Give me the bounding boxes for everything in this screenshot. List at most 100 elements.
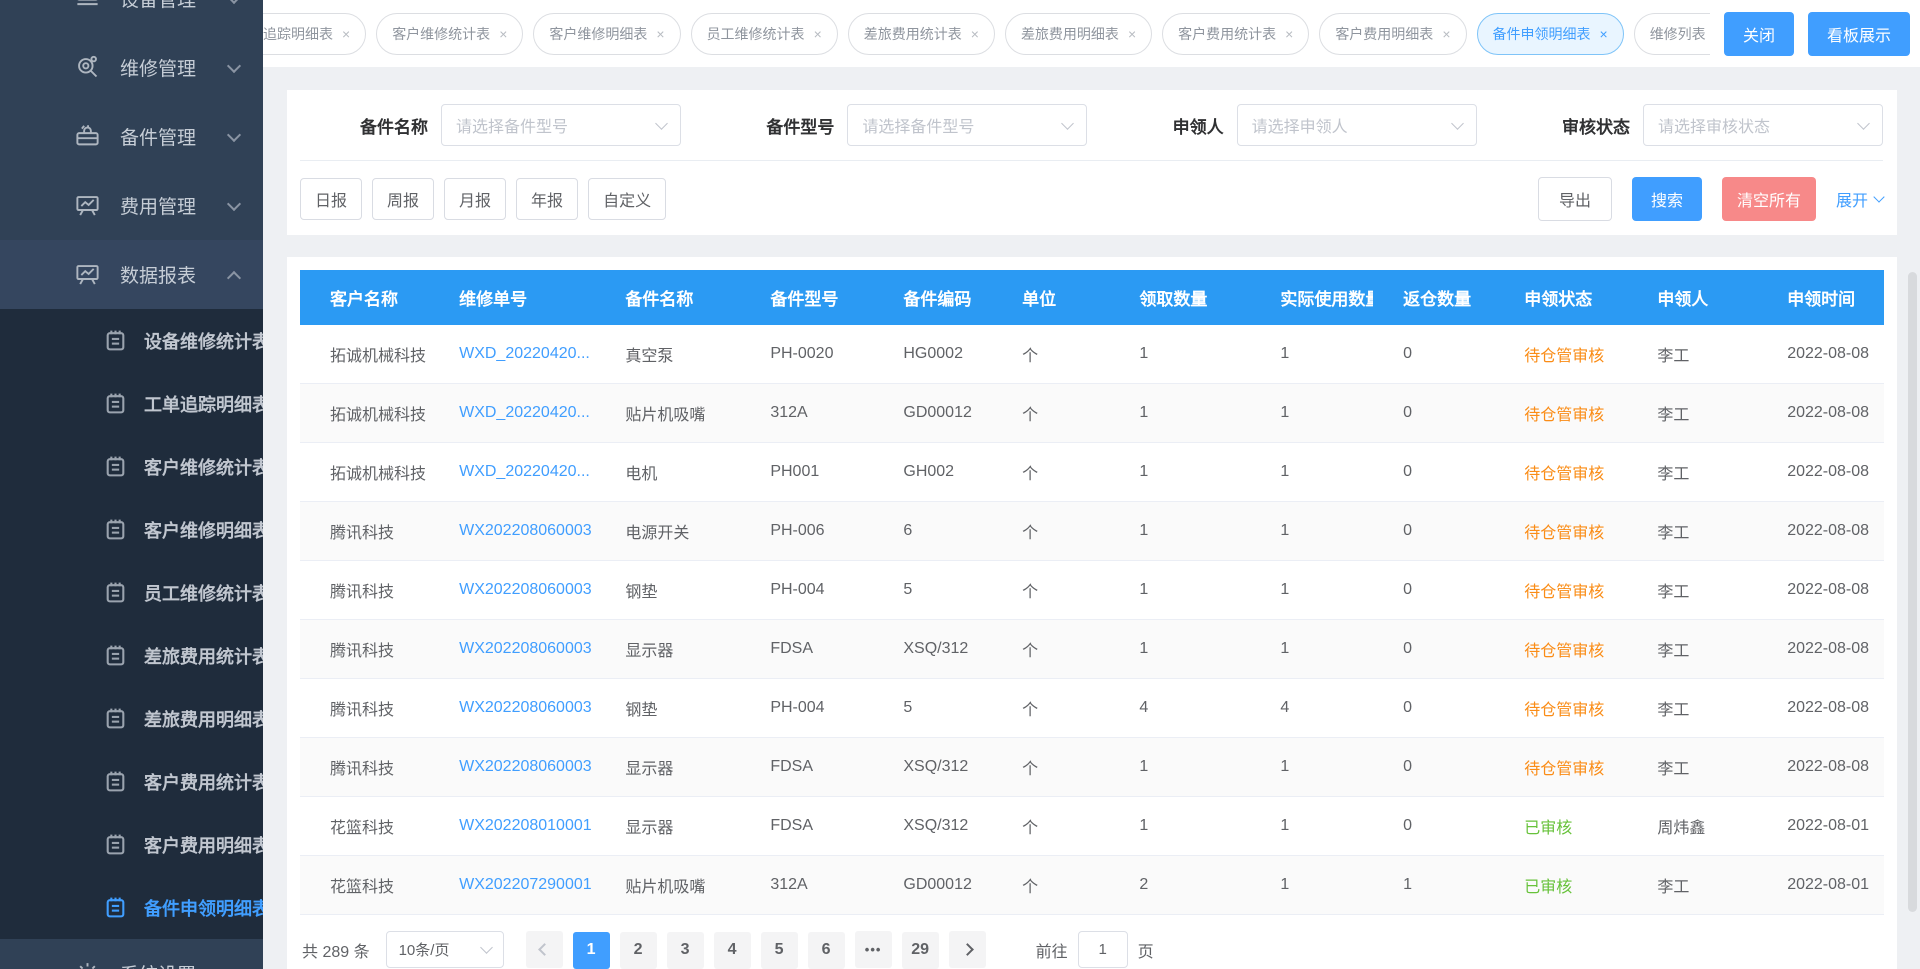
- tab-4[interactable]: 差旅费用统计表×: [848, 13, 995, 55]
- tab-close-icon[interactable]: ×: [1285, 26, 1293, 42]
- tab-close-icon[interactable]: ×: [1600, 26, 1608, 42]
- sidebar-item-travel-expense-detail[interactable]: 差旅费用明细表: [0, 687, 263, 750]
- sidebar-item-travel-expense-stats[interactable]: 差旅费用统计表: [0, 624, 263, 687]
- sidebar-item-label: 差旅费用统计表: [144, 643, 263, 669]
- sidebar-item-employee-repair-stats[interactable]: 员工维修统计表: [0, 561, 263, 624]
- table-cell: 2022-08-08: [1757, 620, 1884, 679]
- table-cell: PH-004: [740, 561, 873, 620]
- next-page-button[interactable]: [949, 931, 986, 968]
- table-cell: 1: [1250, 325, 1373, 384]
- table-cell: 4: [1250, 679, 1373, 738]
- sidebar-item-device-management[interactable]: 设备管理: [0, 0, 263, 33]
- range-button-0[interactable]: 日报: [300, 178, 362, 220]
- table-cell: 李工: [1627, 856, 1757, 915]
- tab-close-icon[interactable]: ×: [971, 26, 979, 42]
- report-doc-icon: [103, 328, 128, 353]
- repair-order-link[interactable]: WX202208060003: [459, 758, 592, 775]
- filter-select-3[interactable]: 请选择审核状态: [1643, 104, 1883, 146]
- sidebar-item-parts-requisition-detail[interactable]: 备件申领明细表: [0, 876, 263, 939]
- page-size-select[interactable]: 10条/页: [386, 931, 504, 968]
- repair-order-link[interactable]: WX202208060003: [459, 581, 592, 598]
- range-button-3[interactable]: 年报: [516, 178, 578, 220]
- expand-label: 展开: [1836, 187, 1868, 211]
- page-button-4[interactable]: 4: [714, 932, 751, 969]
- clear-all-button[interactable]: 清空所有: [1722, 177, 1816, 221]
- tab-9[interactable]: 维修列表×: [1634, 13, 1710, 55]
- select-placeholder: 请选择备件型号: [456, 113, 657, 137]
- page-ellipsis[interactable]: •••: [855, 931, 892, 968]
- table-cell: 312A: [740, 856, 873, 915]
- table-cell: WX202208060003: [429, 561, 595, 620]
- sidebar-item-customer-repair-stats[interactable]: 客户维修统计表: [0, 435, 263, 498]
- table-cell: XSQ/312: [873, 620, 992, 679]
- tab-close-icon[interactable]: ×: [499, 26, 507, 42]
- sidebar-item-customer-expense-detail[interactable]: 客户费用明细表: [0, 813, 263, 876]
- sidebar-item-label: 维修管理: [120, 54, 229, 81]
- repair-order-link[interactable]: WX202208060003: [459, 522, 592, 539]
- report-doc-icon: [103, 643, 128, 668]
- table-cell: 个: [992, 502, 1109, 561]
- select-placeholder: 请选择申领人: [1252, 113, 1453, 137]
- tab-2[interactable]: 客户维修明细表×: [533, 13, 680, 55]
- tab-7[interactable]: 客户费用明细表×: [1319, 13, 1466, 55]
- chevron-down-icon: [1061, 117, 1074, 130]
- board-display-button[interactable]: 看板展示: [1808, 12, 1910, 56]
- expand-toggle[interactable]: 展开: [1836, 187, 1883, 211]
- close-button[interactable]: 关闭: [1724, 12, 1794, 56]
- repair-order-link[interactable]: WX202208060003: [459, 640, 592, 657]
- page-button-29[interactable]: 29: [902, 932, 939, 969]
- repair-order-link[interactable]: WX202207290001: [459, 876, 592, 893]
- table-row: 花篮科技WX202207290001贴片机吸嘴312AGD00012个211已审…: [300, 856, 1884, 915]
- sidebar-item-expense-management[interactable]: 费用管理: [0, 171, 263, 240]
- sidebar-item-customer-repair-detail[interactable]: 客户维修明细表: [0, 498, 263, 561]
- prev-page-button[interactable]: [526, 931, 563, 968]
- page-button-2[interactable]: 2: [620, 932, 657, 969]
- sidebar-item-work-order-tracking-detail[interactable]: 工单追踪明细表: [0, 372, 263, 435]
- range-button-4[interactable]: 自定义: [588, 178, 666, 220]
- select-placeholder: 请选择备件型号: [862, 113, 1063, 137]
- repair-order-link[interactable]: WXD_20220420...: [459, 345, 590, 362]
- tab-0[interactable]: 工单追踪明细表×: [263, 13, 366, 55]
- filter-select-2[interactable]: 请选择申领人: [1237, 104, 1477, 146]
- sidebar-item-label: 客户费用明细表: [144, 832, 263, 858]
- sidebar-item-data-reports[interactable]: 数据报表: [0, 240, 263, 309]
- sidebar-item-repair-management[interactable]: 维修管理: [0, 33, 263, 102]
- tab-close-icon[interactable]: ×: [656, 26, 664, 42]
- sidebar-item-device-repair-stats[interactable]: 设备维修统计表: [0, 309, 263, 372]
- table-cell: 个: [992, 738, 1109, 797]
- sidebar-item-system-settings[interactable]: 系统设置: [0, 939, 263, 969]
- tab-3[interactable]: 员工维修统计表×: [691, 13, 838, 55]
- tab-close-icon[interactable]: ×: [1128, 26, 1136, 42]
- table-cell: 贴片机吸嘴: [595, 856, 740, 915]
- repair-order-link[interactable]: WXD_20220420...: [459, 404, 590, 421]
- tab-5[interactable]: 差旅费用明细表×: [1005, 13, 1152, 55]
- sidebar-item-parts-management[interactable]: 备件管理: [0, 102, 263, 171]
- tab-close-icon[interactable]: ×: [814, 26, 822, 42]
- page-button-5[interactable]: 5: [761, 932, 798, 969]
- search-button[interactable]: 搜索: [1632, 177, 1702, 221]
- tab-close-icon[interactable]: ×: [1442, 26, 1450, 42]
- filter-select-0[interactable]: 请选择备件型号: [441, 104, 681, 146]
- filter-select-1[interactable]: 请选择备件型号: [847, 104, 1087, 146]
- repair-order-link[interactable]: WXD_20220420...: [459, 463, 590, 480]
- export-button[interactable]: 导出: [1538, 177, 1612, 221]
- tab-8[interactable]: 备件申领明细表×: [1477, 13, 1624, 55]
- scrollbar-thumb[interactable]: [1908, 272, 1917, 912]
- select-placeholder: 请选择审核状态: [1658, 113, 1859, 137]
- goto-page-input[interactable]: [1078, 931, 1128, 968]
- range-button-2[interactable]: 月报: [444, 178, 506, 220]
- page-button-1[interactable]: 1: [573, 932, 610, 969]
- tab-close-icon[interactable]: ×: [342, 26, 350, 42]
- repair-order-link[interactable]: WX202208010001: [459, 817, 592, 834]
- tab-1[interactable]: 客户维修统计表×: [376, 13, 523, 55]
- sidebar-item-customer-expense-stats[interactable]: 客户费用统计表: [0, 750, 263, 813]
- table-cell: 0: [1373, 443, 1494, 502]
- page-button-6[interactable]: 6: [808, 932, 845, 969]
- table-cell: PH-0020: [740, 325, 873, 384]
- table-cell: 0: [1373, 325, 1494, 384]
- repair-order-link[interactable]: WX202208060003: [459, 699, 592, 716]
- sidebar-item-label: 工单追踪明细表: [144, 391, 263, 417]
- range-button-1[interactable]: 周报: [372, 178, 434, 220]
- tab-6[interactable]: 客户费用统计表×: [1162, 13, 1309, 55]
- page-button-3[interactable]: 3: [667, 932, 704, 969]
